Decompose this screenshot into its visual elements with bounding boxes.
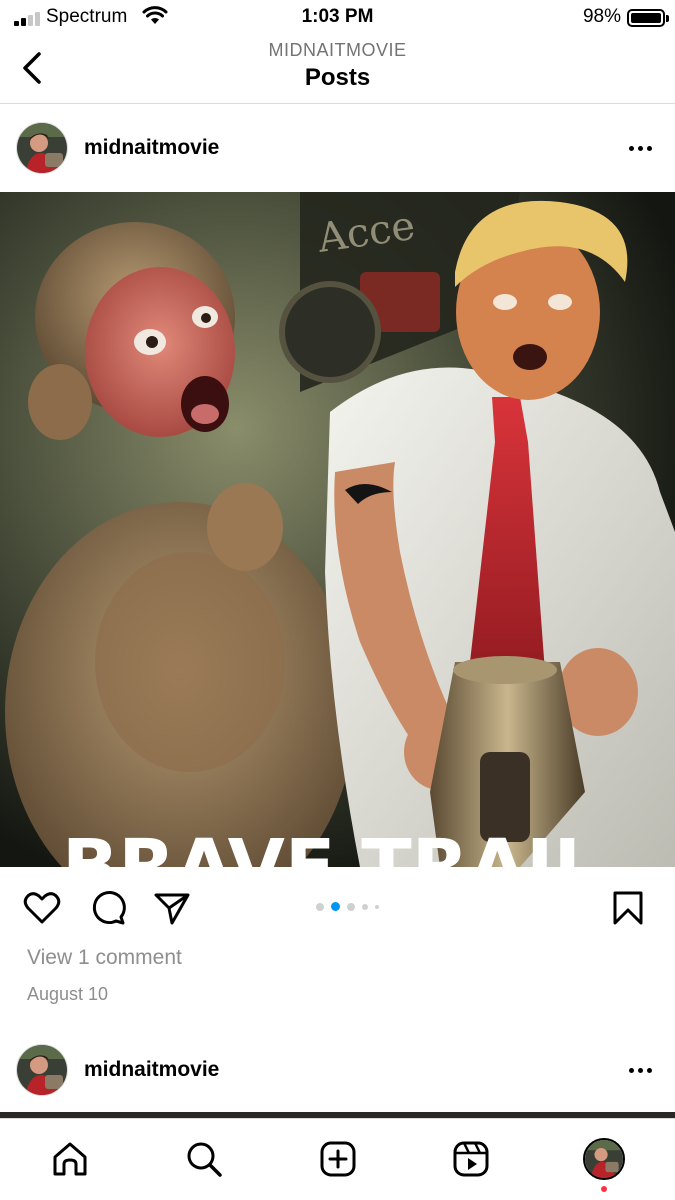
- page-title: Posts: [304, 64, 371, 91]
- status-bar: Spectrum 1:03 PM 98%: [0, 0, 675, 36]
- search-icon: [187, 1142, 222, 1177]
- like-heart-icon[interactable]: [22, 888, 62, 928]
- carousel-dot: [347, 902, 355, 911]
- view-comments-link[interactable]: View 1 comment: [27, 946, 182, 970]
- avatar[interactable]: [16, 1044, 68, 1096]
- share-send-icon[interactable]: [152, 888, 192, 928]
- battery-percent: 98%: [582, 6, 621, 27]
- carousel-dot: [316, 902, 324, 911]
- home-icon: [53, 1142, 87, 1176]
- carousel-dot: [375, 904, 379, 909]
- save-bookmark-icon[interactable]: [608, 888, 648, 928]
- battery-icon: [627, 9, 669, 27]
- tab-reels[interactable]: [449, 1137, 493, 1181]
- poster-title-fragment: BRAVE TRAIL: [62, 824, 601, 867]
- post-username[interactable]: midnaitmovie: [84, 1058, 219, 1082]
- status-time: 1:03 PM: [301, 6, 374, 27]
- carousel-indicator: [316, 902, 379, 911]
- profile-avatar: [583, 1138, 625, 1180]
- more-options-icon[interactable]: [625, 136, 655, 160]
- post-image[interactable]: Acce BRAVE TRAIL: [0, 192, 675, 867]
- carousel-dot: [331, 902, 340, 911]
- tab-create[interactable]: [316, 1137, 360, 1181]
- avatar[interactable]: [16, 122, 68, 174]
- post-photo-illustration: Acce BRAVE TRAIL: [0, 192, 675, 867]
- tab-home[interactable]: [48, 1137, 92, 1181]
- page-header: MIDNAITMOVIE Posts: [0, 36, 675, 104]
- reels-icon: [453, 1141, 489, 1177]
- next-post-header: midnaitmovie: [0, 1024, 675, 1112]
- carousel-dot: [362, 903, 368, 910]
- post-date: August 10: [27, 984, 109, 1004]
- post-header: midnaitmovie: [0, 104, 675, 192]
- tab-search[interactable]: [182, 1137, 226, 1181]
- create-icon: [320, 1141, 356, 1177]
- tab-profile[interactable]: [582, 1137, 626, 1181]
- bottom-tab-bar: [0, 1118, 675, 1200]
- post-username[interactable]: midnaitmovie: [84, 136, 219, 160]
- header-account-name: MIDNAITMOVIE: [268, 40, 407, 60]
- more-options-icon[interactable]: [625, 1058, 655, 1082]
- comment-icon[interactable]: [88, 888, 128, 928]
- notification-dot: [601, 1186, 607, 1192]
